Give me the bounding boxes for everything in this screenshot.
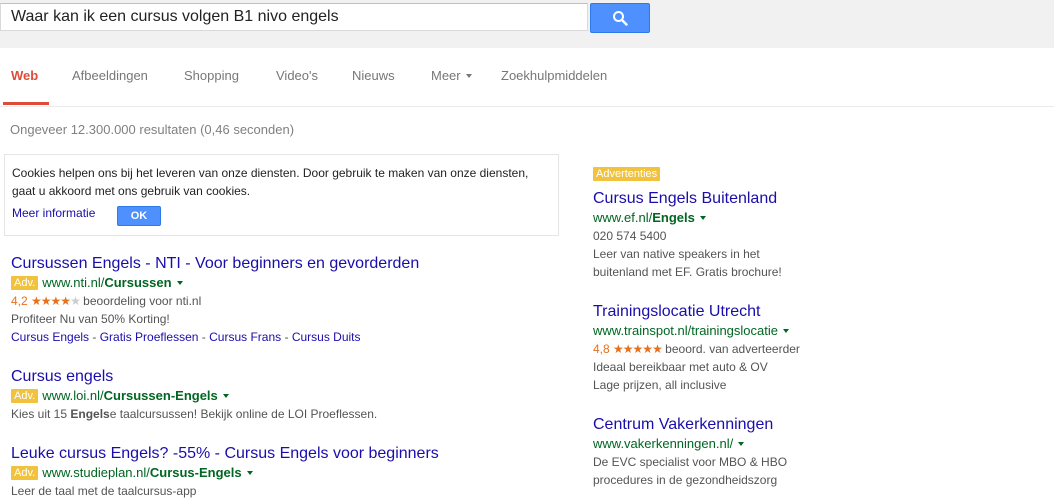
dropdown-caret-icon[interactable] [176,281,183,285]
result-description: Kies uit 15 Engelse taalcursussen! Bekij… [11,405,377,423]
ad-result: Cursus engels Adv. www.loi.nl/Cursussen-E… [11,367,377,423]
sitelink[interactable]: Cursus Duits [292,330,361,344]
star-empty-icon: ★ [70,294,81,308]
cookie-ok-button[interactable]: OK [117,206,161,226]
ad-title-link[interactable]: Trainingslocatie Utrecht [593,302,800,322]
result-url: Adv. www.nti.nl/Cursussen [11,274,419,292]
rating-value: 4,8 [593,342,610,356]
tab-label: Zoekhulpmiddelen [501,68,608,83]
sitelinks: Cursus Engels - Gratis Proeflessen - Cur… [11,330,361,344]
tab-nieuws[interactable]: Nieuws [352,68,395,105]
cookie-text: Cookies helpen ons bij het leveren van o… [12,166,529,198]
ad-badge: Adv. [11,466,39,480]
result-url: Adv. www.studieplan.nl/Cursus-Engels [11,464,439,482]
ad-description: De EVC specialist voor MBO & HBO [593,455,788,469]
cookie-more-info-link[interactable]: Meer informatie [12,206,95,220]
result-stats: Ongeveer 12.300.000 resultaten (0,46 sec… [10,122,295,137]
ad-badge: Adv. [11,389,39,403]
ad-url: www.vakerkenningen.nl/ [593,435,787,453]
url-bold: Engels [652,210,695,225]
ad-url: www.ef.nl/Engels [593,209,782,227]
result-title-link[interactable]: Cursus engels [11,367,377,387]
tab-afbeeldingen[interactable]: Afbeeldingen [72,68,148,105]
url-bold: Cursussen-Engels [103,388,218,403]
search-input[interactable] [0,3,588,31]
ad-description: buitenland met EF. Gratis brochure! [593,265,782,279]
ads-label: Advertenties [593,167,661,181]
ad-title-link[interactable]: Centrum Vakerkenningen [593,415,787,435]
tab-meer[interactable]: Meer [431,68,472,105]
ad-title-link[interactable]: Cursus Engels Buitenland [593,189,782,209]
ad-rating: 4,8 ★★★★★ beoord. van adverteerder [593,340,800,358]
desc-bold: Engels [70,407,110,421]
desc-text: Kies uit 15 [11,407,71,421]
dropdown-caret-icon[interactable] [738,442,745,446]
sitelink[interactable]: Cursus Engels [11,330,89,344]
star-rating-icon: ★★★★★ [613,342,663,356]
ad-result: Cursussen Engels - NTI - Voor beginners … [11,254,419,346]
dropdown-caret-icon[interactable] [699,216,706,220]
sitelink[interactable]: Cursus Frans [209,330,281,344]
ad-description: Ideaal bereikbaar met auto & OV [593,360,768,374]
dropdown-caret-icon[interactable] [782,329,789,333]
sitelink[interactable]: Gratis Proeflessen [100,330,199,344]
result-title-link[interactable]: Leuke cursus Engels? -55% - Cursus Engel… [11,444,439,464]
ad-badge: Adv. [11,276,39,290]
search-tabs: Web Afbeeldingen Shopping Video's Nieuws… [0,48,1054,107]
result-url: Adv. www.loi.nl/Cursussen-Engels [11,387,377,405]
tab-label: Web [11,68,39,83]
result-description: Profiteer Nu van 50% Korting! [11,312,170,326]
rating-text: beoord. van adverteerder [665,342,800,356]
ad-description: Leer van native speakers in het [593,247,760,261]
url-bold: Cursus-Engels [149,465,242,480]
rating-text: beoordeling voor nti.nl [83,294,202,308]
tab-videos[interactable]: Video's [276,68,318,105]
side-ad: Centrum Vakerkenningen www.vakerkenninge… [593,415,787,489]
dropdown-caret-icon[interactable] [246,471,253,475]
ad-result: Leuke cursus Engels? -55% - Cursus Engel… [11,444,439,500]
ad-phone: 020 574 5400 [593,229,667,243]
url-text: www.ef.nl/ [593,210,653,225]
star-rating-icon: ★★★★ [31,294,71,308]
tab-label: Shopping [184,68,239,83]
search-icon [613,11,628,26]
search-bar [0,0,1054,48]
cookie-notice: Cookies helpen ons bij het leveren van o… [4,154,559,236]
ads-label-wrap: Advertenties [593,164,661,182]
tab-zoekhulpmiddelen[interactable]: Zoekhulpmiddelen [501,68,607,105]
tab-web[interactable]: Web [3,68,49,105]
url-text: www.vakerkenningen.nl/ [593,436,734,451]
side-ad: Cursus Engels Buitenland www.ef.nl/Engel… [593,189,782,281]
tab-label: Nieuws [352,68,395,83]
ad-description: Lage prijzen, all inclusive [593,378,727,392]
url-text: www.nti.nl/ [42,275,105,290]
tab-label: Video's [276,68,318,83]
tab-shopping[interactable]: Shopping [184,68,239,105]
result-description: Leer de taal met de taalcursus-app [11,484,197,498]
tab-label: Afbeeldingen [72,68,148,83]
url-text: www.studieplan.nl/ [42,465,150,480]
rating-value: 4,2 [11,294,28,308]
search-button[interactable] [590,3,650,33]
ad-description: procedures in de gezondheidszorg [593,473,778,487]
tab-label: Meer [431,68,461,83]
url-text: www.trainspot.nl/trainingslocatie [593,323,778,338]
desc-text: e taalcursussen! Bekijk online de LOI Pr… [109,407,378,421]
url-bold: Cursussen [104,275,172,290]
side-ad: Trainingslocatie Utrecht www.trainspot.n… [593,302,800,394]
ad-url: www.trainspot.nl/trainingslocatie [593,322,800,340]
chevron-down-icon [465,74,472,78]
result-title-link[interactable]: Cursussen Engels - NTI - Voor beginners … [11,254,419,274]
result-rating: 4,2 ★★★★★ beoordeling voor nti.nl [11,292,419,310]
dropdown-caret-icon[interactable] [222,394,229,398]
url-text: www.loi.nl/ [42,388,104,403]
